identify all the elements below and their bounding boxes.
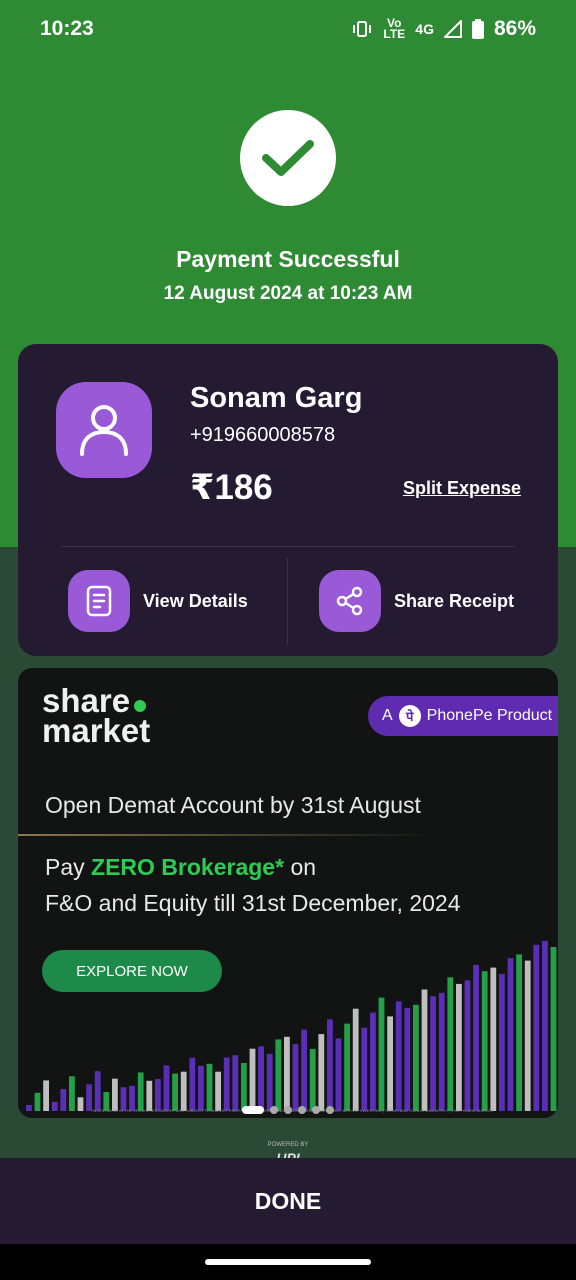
done-button[interactable]: DONE [0, 1158, 576, 1244]
volte-indicator: Vo LTE [383, 16, 406, 41]
logo-line2: market [42, 712, 151, 749]
offer-prefix: Pay [45, 854, 85, 880]
decorative-bar [344, 1023, 350, 1111]
promo-headline: Open Demat Account by 31st August [45, 792, 421, 818]
pager-dot-active[interactable] [242, 1106, 264, 1114]
decorative-bar [352, 1008, 359, 1111]
decorative-bar [413, 1004, 419, 1111]
decorative-bar [481, 971, 488, 1111]
payee-name: Sonam Garg [190, 382, 363, 414]
decorative-bar [309, 1048, 316, 1111]
payee-phone: +919660008578 [190, 424, 336, 446]
payment-summary-card: Sonam Garg +919660008578 ₹186 Split Expe… [18, 344, 558, 656]
promo-divider [18, 834, 438, 836]
signal-icon [443, 20, 462, 38]
battery-percent: 86% [493, 17, 536, 40]
pager-dot[interactable] [298, 1106, 306, 1114]
decorative-bar [266, 1053, 273, 1111]
view-details-label: View Details [143, 590, 248, 611]
decorative-bar [284, 1036, 290, 1111]
pill-prefix: A [382, 707, 393, 724]
decorative-bar [163, 1065, 170, 1111]
card-vertical-divider [287, 558, 288, 644]
decorative-bar [241, 1063, 247, 1111]
decorative-bar [249, 1048, 256, 1111]
decorative-bar [421, 989, 428, 1111]
decorative-bar [387, 1016, 393, 1111]
checkmark-icon [262, 140, 314, 176]
powered-by-label: POWERED BY [267, 1142, 309, 1148]
avatar [56, 382, 152, 478]
decorative-bar [378, 997, 385, 1111]
pager-dot[interactable] [284, 1106, 292, 1114]
decorative-bar [395, 1001, 402, 1111]
decorative-bar [447, 977, 454, 1111]
decorative-bar [438, 992, 445, 1111]
view-details-button[interactable]: View Details [68, 570, 248, 632]
decorative-bar [361, 1027, 368, 1111]
decorative-bar [404, 1008, 411, 1111]
decorative-bar [507, 958, 514, 1111]
decorative-bar [189, 1057, 196, 1111]
explore-now-button[interactable]: EXPLORE NOW [42, 950, 222, 992]
carousel-pager[interactable] [18, 1106, 558, 1114]
promo-offer-detail: F&O and Equity till 31st December, 2024 [45, 890, 461, 916]
decorative-bar [473, 964, 479, 1111]
share-icon [319, 570, 381, 632]
receipt-icon [68, 570, 130, 632]
pager-dot[interactable] [312, 1106, 320, 1114]
payment-timestamp: 12 August 2024 at 10:23 AM [163, 283, 413, 304]
pager-dot[interactable] [270, 1106, 278, 1114]
decorative-bar [301, 1029, 307, 1111]
payment-status-title: Payment Successful [176, 246, 400, 272]
pill-text: PhonePe Product [426, 707, 553, 724]
offer-highlight: ZERO Brokerage* [91, 854, 285, 880]
decorative-bar [430, 996, 436, 1111]
decorative-bar [550, 947, 557, 1111]
offer-suffix: on [290, 854, 317, 880]
decorative-bar [258, 1046, 264, 1111]
decorative-bar [464, 980, 471, 1111]
payment-amount: ₹186 [190, 468, 273, 507]
share-receipt-button[interactable]: Share Receipt [319, 570, 514, 632]
decorative-bar [198, 1065, 204, 1111]
home-gesture-handle[interactable] [205, 1259, 371, 1265]
decorative-bar [318, 1034, 325, 1111]
status-bar: 10:23 Vo LTE 4G 86% [0, 0, 576, 58]
decorative-bar [292, 1044, 299, 1111]
decorative-bar [542, 940, 548, 1111]
share-market-promo-banner[interactable]: share market A पे PhonePe Product Open D… [18, 668, 558, 1118]
network-type: 4G [415, 21, 434, 37]
decorative-bar [335, 1038, 342, 1111]
logo-dot [134, 700, 147, 712]
split-expense-link[interactable]: Split Expense [403, 478, 521, 499]
decorative-bar [490, 967, 497, 1111]
decorative-bar [275, 1039, 282, 1111]
person-icon [80, 405, 128, 456]
share-receipt-label: Share Receipt [394, 590, 515, 611]
decorative-bar [206, 1063, 213, 1111]
status-time: 10:23 [40, 17, 94, 40]
success-check-badge [240, 110, 336, 206]
status-icons: Vo LTE 4G 86% [351, 17, 536, 41]
share-market-logo: share market [42, 684, 151, 749]
pager-dot[interactable] [326, 1106, 334, 1114]
vibrate-icon [353, 21, 372, 37]
decorative-bar [499, 973, 505, 1111]
battery-icon [471, 19, 484, 39]
decorative-bar [533, 944, 540, 1111]
decorative-bar [223, 1057, 230, 1111]
decorative-bar [516, 954, 522, 1111]
decorative-bar [232, 1055, 239, 1111]
promo-offer: Pay ZERO Brokerage* on [45, 854, 316, 881]
card-divider [62, 546, 514, 547]
phonepe-product-badge: A पे PhonePe Product [368, 696, 558, 736]
decorative-bar [327, 1019, 333, 1111]
phonepe-logo-icon: पे [398, 705, 421, 727]
decorative-bar [524, 960, 531, 1111]
decorative-bar [456, 983, 462, 1111]
decorative-bar [370, 1012, 376, 1111]
